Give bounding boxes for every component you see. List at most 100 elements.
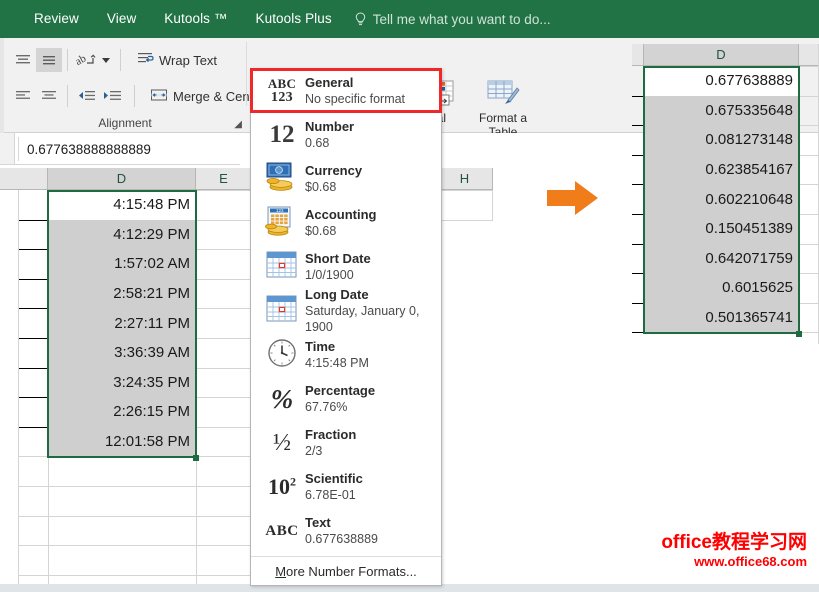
menu-item-icon: % [259, 384, 305, 415]
grid-line-h [18, 575, 196, 576]
right-cell[interactable]: 0.6015625 [644, 273, 799, 303]
grid-line-h [196, 545, 252, 546]
right-selection-handle[interactable] [796, 331, 802, 337]
orientation-chevron-down-icon[interactable] [102, 58, 110, 63]
decrease-indent-icon[interactable] [73, 84, 99, 108]
grid-line-h [799, 303, 819, 304]
menu-item-icon [259, 162, 305, 197]
watermark: office教程学习网 www.office68.com [661, 532, 807, 570]
svg-text:123: 123 [276, 208, 284, 213]
align-center-icon[interactable] [36, 84, 62, 108]
align-left-icon[interactable] [10, 84, 36, 108]
right-cell[interactable]: 0.081273148 [644, 125, 799, 155]
grid-line-h [799, 155, 819, 156]
grid-line-h [18, 456, 196, 457]
right-cell[interactable]: 0.501365741 [644, 303, 799, 333]
grid-line-h [196, 338, 252, 339]
grid-line-h [196, 397, 252, 398]
currency-coins-icon [265, 162, 299, 197]
menu-item-title: Time [305, 339, 369, 355]
menu-item-icon [259, 251, 305, 284]
tell-me-box[interactable]: Tell me what you want to do... [354, 12, 551, 27]
menu-item-text: Accounting $0.68 [305, 207, 377, 239]
left-cell[interactable]: 1:57:02 AM [48, 249, 196, 279]
column-header-e[interactable]: E [196, 168, 252, 190]
tab-review[interactable]: Review [20, 0, 93, 38]
grid-line-h [437, 190, 493, 191]
wrap-text-button[interactable]: Wrap Text [132, 48, 221, 72]
number-format-item-long-date[interactable]: Long DateSaturday, January 0, 1900 [251, 289, 441, 333]
grid-line-h [196, 427, 252, 428]
more-number-formats-item[interactable]: More Number Formats... [251, 557, 441, 585]
right-cell[interactable]: 0.150451389 [644, 214, 799, 244]
left-cell[interactable]: 2:58:21 PM [48, 279, 196, 309]
increase-indent-icon[interactable] [99, 84, 125, 108]
left-cell[interactable]: 3:24:35 PM [48, 368, 196, 398]
text-abc-icon: ABC [265, 523, 298, 540]
number-format-item-accounting[interactable]: 123 Accounting $0.68 [251, 201, 441, 245]
column-header-d[interactable]: D [48, 168, 196, 190]
menu-item-sample: 4:15:48 PM [305, 355, 369, 371]
left-cell[interactable]: 4:12:29 PM [48, 220, 196, 250]
menu-item-text: Scientific6.78E-01 [305, 471, 363, 503]
scientific-icon: 102 [268, 474, 296, 500]
divider [67, 49, 68, 71]
number-format-item-currency[interactable]: Currency$0.68 [251, 157, 441, 201]
number-format-item-general[interactable]: ABC123GeneralNo specific format [251, 69, 441, 113]
clock-icon [267, 338, 297, 373]
menu-item-text: Time4:15:48 PM [305, 339, 369, 371]
align-top-icon[interactable] [10, 48, 36, 72]
number-format-item-time[interactable]: Time4:15:48 PM [251, 333, 441, 377]
orientation-icon[interactable]: ab [73, 48, 99, 72]
menu-item-text: Currency$0.68 [305, 163, 362, 195]
right-cell[interactable]: 0.677638889 [644, 66, 799, 96]
wrap-text-icon [136, 51, 154, 70]
number-format-item-text[interactable]: ABCText0.677638889 [251, 509, 441, 553]
number-12-icon: 12 [270, 121, 295, 149]
right-arrow-icon [545, 178, 601, 218]
group-divider [246, 42, 247, 106]
right-cell[interactable]: 0.602210648 [644, 184, 799, 214]
divider [134, 85, 135, 107]
column-header-h[interactable]: H [437, 168, 493, 190]
grid-line-v [48, 190, 49, 592]
left-cell[interactable]: 4:15:48 PM [48, 190, 196, 220]
grid-line-h [799, 214, 819, 215]
formula-bar-input[interactable]: 0.677638888888889 [18, 137, 230, 161]
right-cell[interactable]: 0.642071759 [644, 244, 799, 274]
menu-item-title: General [305, 75, 405, 91]
menu-item-icon: 12 [259, 121, 305, 149]
format-as-table-button[interactable]: Format a Table [470, 80, 536, 139]
left-cell[interactable]: 3:36:39 AM [48, 338, 196, 368]
right-cell[interactable]: 0.623854167 [644, 155, 799, 185]
number-format-item-fraction[interactable]: ½Fraction 2/3 [251, 421, 441, 465]
menu-item-sample: 67.76% [305, 399, 375, 415]
merge-center-icon [150, 87, 168, 106]
menu-item-text: GeneralNo specific format [305, 75, 405, 107]
grid-line-h [799, 332, 819, 333]
wrap-text-label: Wrap Text [159, 53, 217, 68]
left-selection-handle[interactable] [193, 455, 199, 461]
right-cell[interactable]: 0.675335648 [644, 96, 799, 126]
number-format-item-number[interactable]: 12Number0.68 [251, 113, 441, 157]
tab-view[interactable]: View [93, 0, 150, 38]
grid-line-h [437, 220, 493, 221]
left-cell[interactable]: 2:27:11 PM [48, 308, 196, 338]
menu-item-sample: $0.68 [305, 223, 377, 239]
number-format-item-scientific[interactable]: 102 Scientific6.78E-01 [251, 465, 441, 509]
dialog-launcher-icon[interactable]: ◢ [234, 119, 242, 130]
left-cell[interactable]: 2:26:15 PM [48, 397, 196, 427]
column-header-d-right[interactable]: D [644, 44, 799, 66]
grid-line-h [196, 249, 252, 250]
number-format-item-percentage[interactable]: %Percentage67.76% [251, 377, 441, 421]
format-as-table-icon [486, 80, 520, 111]
menu-item-sample: $0.68 [305, 179, 362, 195]
menu-item-sample: Saturday, January 0, 1900 [305, 303, 441, 335]
tab-kutools-plus[interactable]: Kutools Plus [241, 0, 345, 38]
divider [0, 164, 240, 165]
left-cell[interactable]: 12:01:58 PM [48, 427, 196, 457]
number-format-item-short-date[interactable]: Short Date1/0/1900 [251, 245, 441, 289]
align-middle-icon[interactable] [36, 48, 62, 72]
menu-item-title: Text [305, 515, 378, 531]
tab-kutools[interactable]: Kutools ™ [150, 0, 241, 38]
